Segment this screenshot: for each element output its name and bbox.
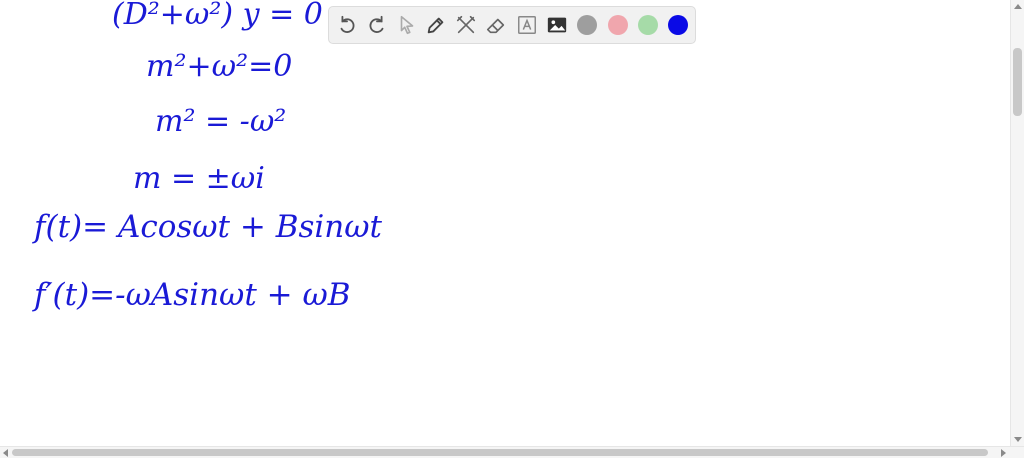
eraser-button[interactable] <box>482 11 510 39</box>
scroll-left-arrow-icon[interactable] <box>3 449 8 457</box>
scroll-up-arrow-icon[interactable] <box>1014 4 1022 9</box>
pointer-button[interactable] <box>393 11 421 39</box>
image-button[interactable] <box>543 11 571 39</box>
tools-icon <box>456 15 476 34</box>
color-swatch-gray[interactable] <box>577 15 597 35</box>
drawing-canvas[interactable]: (D²+ω²) y = 0 m²+ω²=0 m² = -ω² m = ±ωi f… <box>0 0 1010 446</box>
horizontal-scroll-thumb[interactable] <box>12 449 988 456</box>
handwritten-line: f(t)= Acosωt + Bsinωt <box>34 209 382 245</box>
undo-button[interactable] <box>333 11 361 39</box>
image-icon <box>547 17 567 33</box>
handwritten-line: (D²+ω²) y = 0 <box>112 0 323 32</box>
handwritten-line: m²+ω²=0 <box>146 49 293 84</box>
scroll-right-arrow-icon[interactable] <box>1001 449 1006 457</box>
pen-icon <box>427 17 444 34</box>
horizontal-scrollbar[interactable] <box>0 446 1024 458</box>
handwritten-line: m = ±ωi <box>133 161 265 196</box>
undo-icon <box>340 15 355 33</box>
color-swatch-pink[interactable] <box>608 15 628 35</box>
text-button[interactable] <box>513 11 541 39</box>
handwritten-line: f′(t)=-ωAsinωt + ωB <box>34 277 351 313</box>
drawing-toolbar <box>328 6 696 44</box>
color-swatch-green[interactable] <box>638 15 658 35</box>
color-swatch-blue[interactable] <box>668 15 688 35</box>
redo-icon <box>369 15 384 33</box>
handwritten-line: m² = -ω² <box>155 104 287 139</box>
redo-button[interactable] <box>363 11 391 39</box>
tools-button[interactable] <box>452 11 480 39</box>
eraser-icon <box>486 18 505 34</box>
text-icon <box>518 16 536 34</box>
pointer-icon <box>400 15 414 35</box>
pen-button[interactable] <box>422 11 450 39</box>
vertical-scroll-thumb[interactable] <box>1013 48 1022 116</box>
vertical-scrollbar[interactable] <box>1010 0 1024 446</box>
scroll-down-arrow-icon[interactable] <box>1014 437 1022 442</box>
